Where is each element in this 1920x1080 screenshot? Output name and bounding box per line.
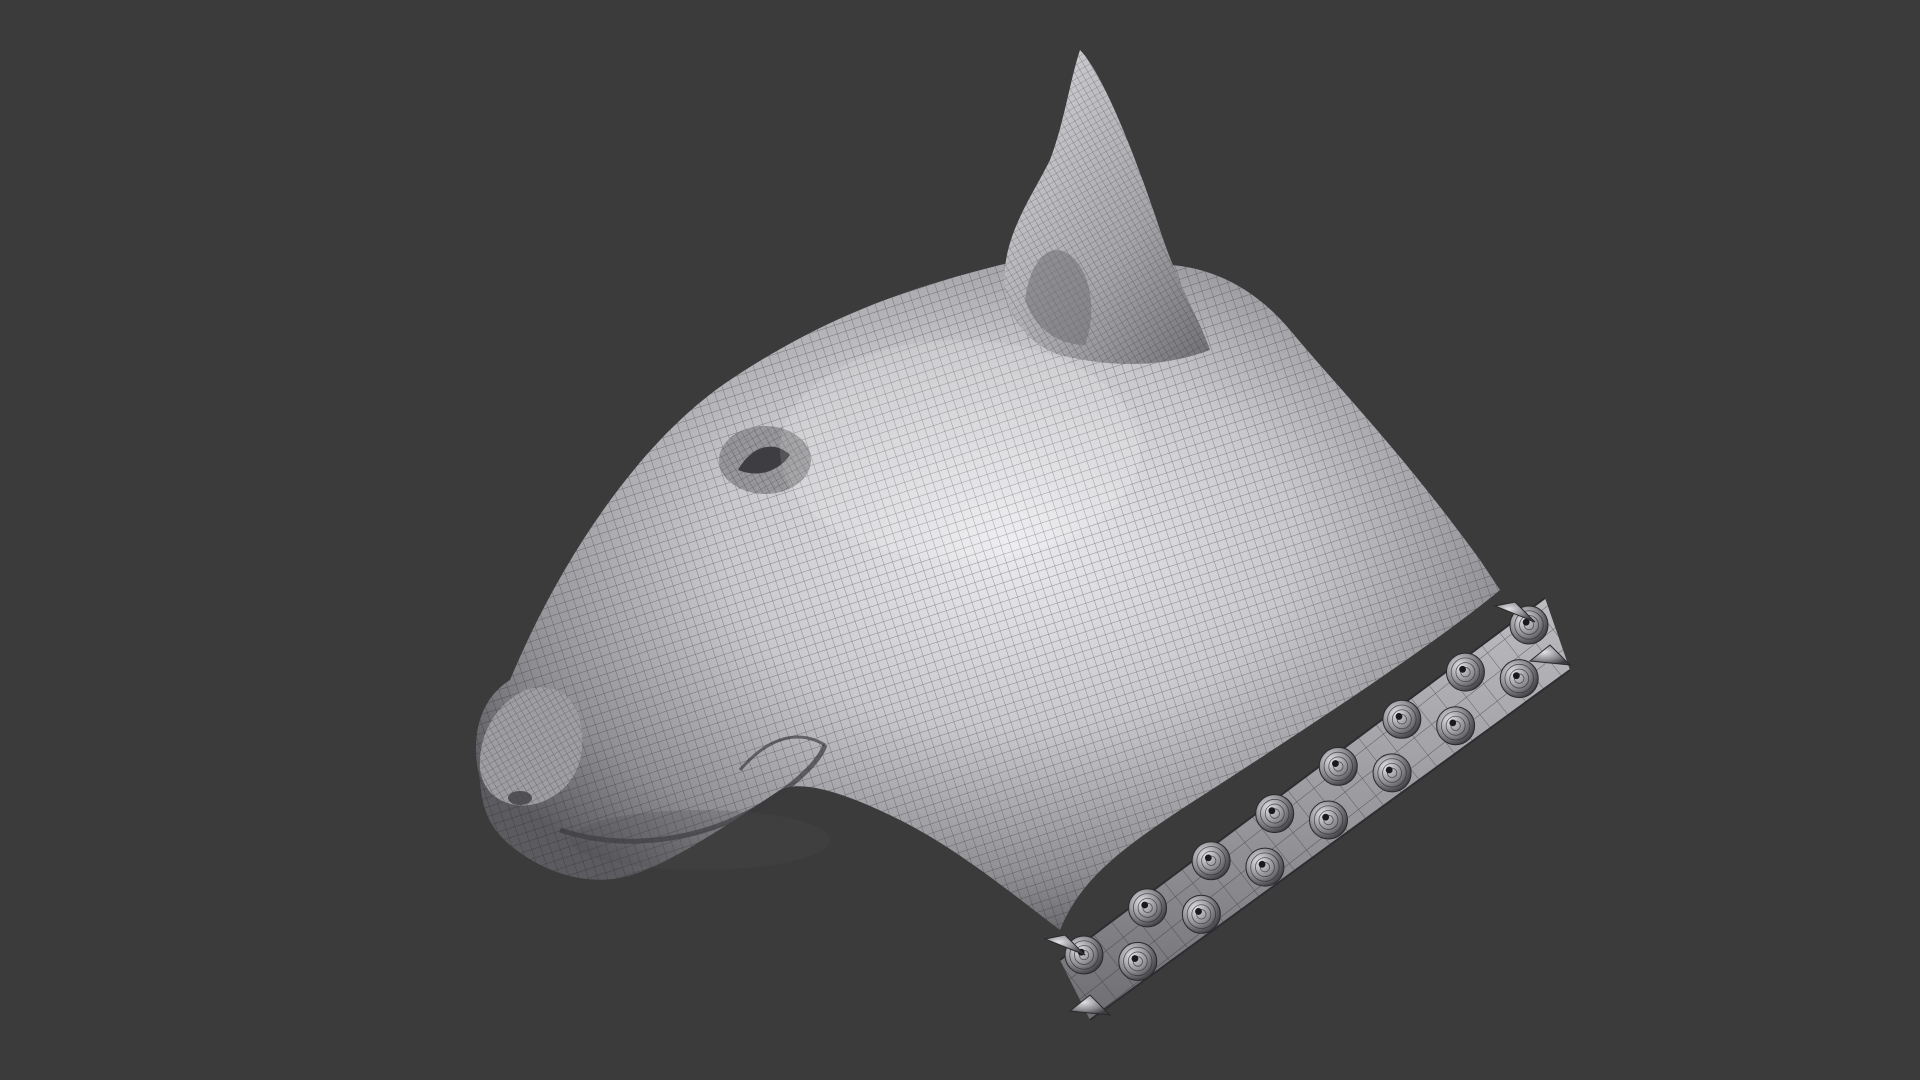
viewport-canvas[interactable] xyxy=(0,0,1920,1080)
collar-stud xyxy=(1128,888,1168,928)
collar-stud xyxy=(1309,800,1348,840)
collar-stud xyxy=(1318,746,1358,786)
brow-highlight xyxy=(780,340,1140,560)
collar-stud xyxy=(1255,794,1295,834)
ear-model[interactable] xyxy=(1004,50,1210,365)
collar-stud xyxy=(1181,894,1221,934)
collar-stud xyxy=(1245,847,1285,887)
3d-viewport[interactable] xyxy=(0,0,1920,1080)
nostril xyxy=(508,791,532,805)
collar-stud xyxy=(1382,699,1422,739)
collar-stud xyxy=(1372,753,1412,793)
collar-stud xyxy=(1118,941,1158,981)
collar-stud xyxy=(1436,706,1476,746)
jaw-shadow xyxy=(570,810,830,870)
collar-stud xyxy=(1191,841,1231,881)
collar-stud xyxy=(1499,659,1539,699)
collar-stud xyxy=(1445,652,1485,692)
